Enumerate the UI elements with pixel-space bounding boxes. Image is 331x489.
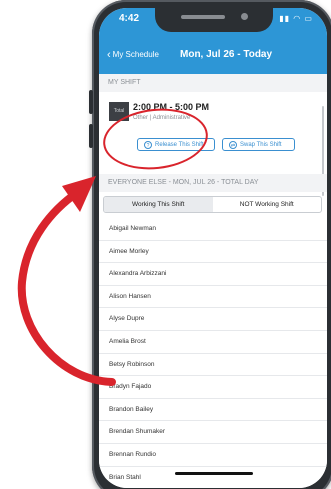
status-bar: 4:42 ▮▮ ◠ ▭	[99, 8, 327, 38]
back-label: My Schedule	[112, 50, 159, 59]
list-item[interactable]: Betsy Robinson	[99, 354, 327, 377]
page-title: Mon, Jul 26 - Today	[180, 49, 273, 60]
swap-shift-button[interactable]: ⇄ Swap This Shift	[222, 138, 295, 151]
annotation-arrowhead	[62, 176, 96, 212]
swap-icon: ⇄	[229, 140, 237, 149]
list-item[interactable]: Alison Hansen	[99, 286, 327, 309]
people-list: Abigail Newman Aimee Morley Alexandra Ar…	[99, 218, 327, 488]
shift-filter-toggle: Working This Shift NOT Working Shift	[103, 196, 322, 213]
camera-icon	[241, 13, 248, 20]
status-time: 4:42	[119, 13, 140, 24]
list-item[interactable]: Brendan Shumaker	[99, 421, 327, 444]
list-item[interactable]: Amelia Brost	[99, 331, 327, 354]
my-shift-header: MY SHIFT	[99, 74, 327, 92]
phone-side-button	[89, 124, 93, 148]
chevron-left-icon: ‹	[107, 48, 111, 61]
tab-not-working-shift[interactable]: NOT Working Shift	[213, 197, 322, 212]
everyone-else-header: EVERYONE ELSE - MON, JUL 26 - TOTAL DAY	[99, 174, 327, 192]
nav-bar: ‹ My Schedule Mon, Jul 26 - Today	[99, 38, 327, 74]
list-item[interactable]: Bradyn Fajado	[99, 376, 327, 399]
list-item[interactable]: Abigail Newman	[99, 218, 327, 241]
screenshot-stage: 4:42 ▮▮ ◠ ▭ ‹ My Schedule Mon, Jul 26 - …	[0, 0, 331, 489]
list-item[interactable]: Aimee Morley	[99, 241, 327, 264]
list-item[interactable]: Brian Stahl	[99, 467, 327, 488]
swap-shift-label: Swap This Shift	[240, 141, 282, 148]
status-icons: ▮▮ ◠ ▭	[279, 14, 313, 23]
back-button[interactable]: ‹ My Schedule	[107, 48, 159, 61]
phone-notch	[155, 8, 273, 32]
phone-side-button	[89, 90, 93, 114]
list-item[interactable]: Alexandra Arbizzani	[99, 263, 327, 286]
tab-working-this-shift[interactable]: Working This Shift	[104, 197, 213, 212]
list-item[interactable]: Brandon Bailey	[99, 399, 327, 422]
list-item[interactable]: Brennan Rundio	[99, 444, 327, 467]
phone-screen: 4:42 ▮▮ ◠ ▭ ‹ My Schedule Mon, Jul 26 - …	[99, 8, 327, 488]
list-item[interactable]: Alyse Dupre	[99, 308, 327, 331]
home-indicator	[175, 472, 253, 475]
speaker-icon	[181, 15, 225, 19]
